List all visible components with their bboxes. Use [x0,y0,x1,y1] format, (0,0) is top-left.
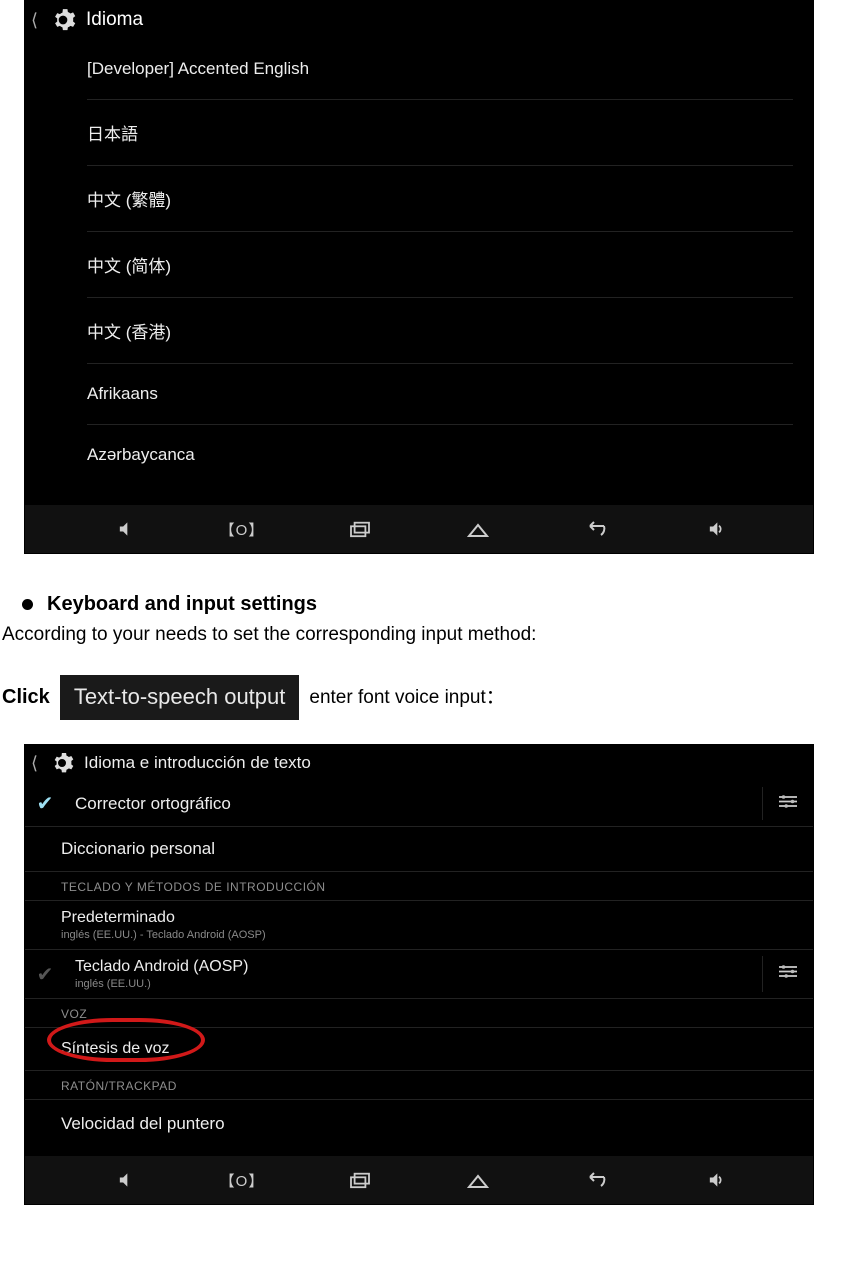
section-label-keyboard: TECLADO Y MÉTODOS DE INTRODUCCIÓN [25,872,813,901]
screenshot-icon[interactable]: 【O】 [227,517,257,541]
language-list: [Developer] Accented English 日本語 中文 (繁體)… [25,39,813,505]
row-subtitle: inglés (EE.UU.) [75,978,248,990]
nav-bar: 【O】 [25,505,813,553]
annotation-circle-icon [47,1018,205,1062]
after-chip-text: enter font voice input： [309,684,504,712]
row-velocidad[interactable]: Velocidad del puntero [25,1100,813,1152]
row-diccionario[interactable]: Diccionario personal [25,827,813,872]
click-label: Click [2,683,50,712]
volume-down-icon[interactable] [109,1168,139,1192]
list-item[interactable]: 日本語 [87,100,793,166]
document-text: Keyboard and input settings According to… [0,584,865,740]
tts-chip: Text-to-speech output [60,675,300,721]
list-item[interactable]: 中文 (香港) [87,298,793,364]
recents-icon[interactable] [345,517,375,541]
back-icon[interactable]: ⟨ [29,10,40,31]
screenshot-icon[interactable]: 【O】 [227,1168,257,1192]
divider [762,956,763,992]
row-title: Teclado Android (AOSP) [75,958,248,976]
back-icon[interactable]: ⟨ [29,753,40,774]
divider [762,787,763,820]
row-title: Velocidad del puntero [61,1114,813,1134]
section-heading: Keyboard and input settings [47,590,317,619]
nav-bar: 【O】 [25,1156,813,1204]
row-corrector[interactable]: ✔ Corrector ortográfico [25,781,813,827]
home-icon[interactable] [463,1168,493,1192]
back-nav-icon[interactable] [581,517,611,541]
gear-icon [50,7,76,33]
sliders-icon[interactable] [777,963,799,986]
screenshot-language-list: ⟨ Idioma [Developer] Accented English 日本… [24,0,814,554]
bullet-icon [22,599,33,610]
list-item[interactable]: [Developer] Accented English [87,39,793,100]
row-title: Corrector ortográfico [75,794,231,814]
row-subtitle: inglés (EE.UU.) - Teclado Android (AOSP) [61,929,813,941]
volume-up-icon[interactable] [699,1168,729,1192]
list-item[interactable]: 中文 (繁體) [87,166,793,232]
row-sintesis[interactable]: Síntesis de voz [25,1028,813,1071]
settings-header[interactable]: ⟨ Idioma e introducción de texto [25,745,813,781]
settings-header[interactable]: ⟨ Idioma [25,1,813,39]
checkmark-icon[interactable]: ✔ [31,962,59,987]
row-teclado[interactable]: ✔ Teclado Android (AOSP) inglés (EE.UU.) [25,950,813,999]
header-title: Idioma [86,9,143,31]
checkmark-icon[interactable]: ✔ [31,791,59,816]
row-predeterminado[interactable]: Predeterminado inglés (EE.UU.) - Teclado… [25,901,813,950]
row-title: Predeterminado [61,909,813,927]
section-label-mouse: RATÓN/TRACKPAD [25,1071,813,1100]
list-item[interactable]: Afrikaans [87,364,793,425]
recents-icon[interactable] [345,1168,375,1192]
back-nav-icon[interactable] [581,1168,611,1192]
list-item[interactable]: 中文 (简体) [87,232,793,298]
sliders-icon[interactable] [777,792,799,815]
screenshot-language-input: ⟨ Idioma e introducción de texto ✔ Corre… [24,744,814,1205]
home-icon[interactable] [463,517,493,541]
body-text: According to your needs to set the corre… [2,621,863,649]
header-title: Idioma e introducción de texto [84,753,311,773]
gear-icon [50,751,74,775]
volume-up-icon[interactable] [699,517,729,541]
list-item[interactable]: Azərbaycanca [87,425,793,485]
volume-down-icon[interactable] [109,517,139,541]
row-title: Diccionario personal [61,839,813,859]
